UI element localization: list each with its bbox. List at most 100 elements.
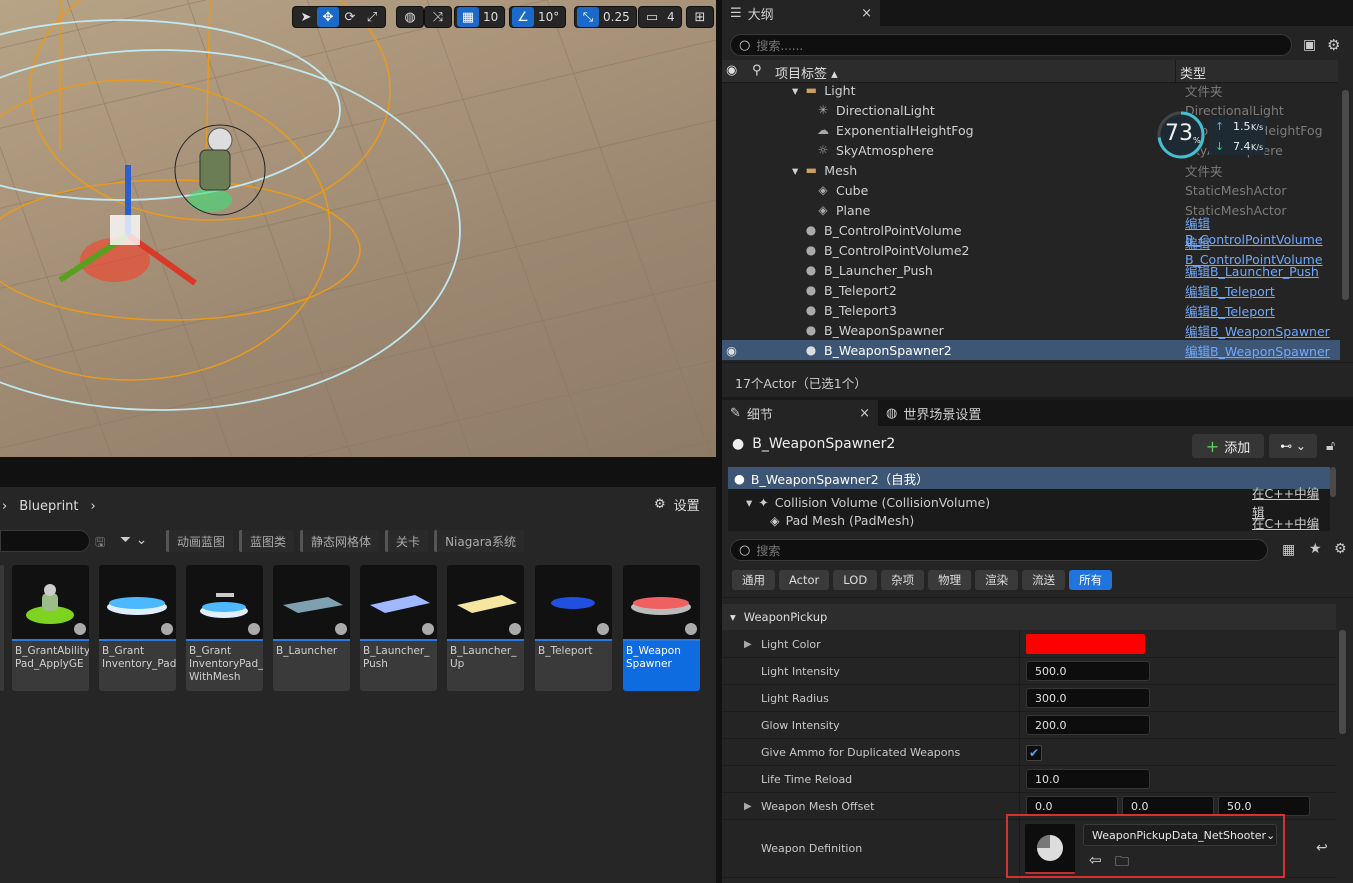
life-time-reload-field[interactable]: 10.0 <box>1026 769 1150 789</box>
outliner-row[interactable]: ● B_ControlPointVolume2 编辑B_ControlPointVo… <box>722 236 1340 267</box>
visibility-eye-icon[interactable]: ◉ <box>726 63 737 78</box>
content-search-input[interactable] <box>0 530 90 552</box>
outliner-row[interactable]: ▾ ▬ Mesh 文件夹 <box>722 160 1340 180</box>
weapon-def-dropdown[interactable]: WeaponPickupData_NetShooter ⌄ <box>1083 824 1277 846</box>
surface-snap-icon[interactable]: ⤨ <box>427 7 449 27</box>
asset-tile[interactable]: B_Grant InventoryPad_ WithMesh <box>186 565 263 691</box>
world-space-icon[interactable]: ◍ <box>399 7 421 27</box>
tab-outliner[interactable]: ☰ 大纲 × <box>722 0 880 26</box>
glow-intensity-field[interactable]: 200.0 <box>1026 715 1150 735</box>
filter-static-mesh[interactable]: 静态网格体 <box>300 530 380 552</box>
component-row-self[interactable]: ● B_WeaponSpawner2（自我） <box>728 467 1330 489</box>
edit-in-cpp-link[interactable]: 在C++中编辑 <box>1252 513 1330 531</box>
category-physics[interactable]: 物理 <box>928 570 972 590</box>
grid-snap-value[interactable]: 10 <box>479 10 502 24</box>
browse-asset-icon[interactable]: 🗀 <box>1115 851 1129 875</box>
filter-blueprint-class[interactable]: 蓝图类 <box>239 530 295 552</box>
tab-world-settings[interactable]: ◍ 世界场景设置 <box>878 400 1018 426</box>
close-icon[interactable]: × <box>861 6 872 21</box>
add-component-button[interactable]: + 添加 <box>1192 434 1264 458</box>
breadcrumb-chevron-icon[interactable]: › <box>2 499 7 514</box>
asset-tile[interactable]: B_Grant Inventory_Pad <box>99 565 176 691</box>
category-streaming[interactable]: 流送 <box>1022 570 1066 590</box>
outliner-row[interactable]: ● B_WeaponSpawner 编辑B_WeaponSpawner <box>722 320 1340 340</box>
offset-y-field[interactable]: 0.0 <box>1122 796 1214 816</box>
breadcrumb-blueprint[interactable]: Blueprint <box>19 499 78 514</box>
category-actor[interactable]: Actor <box>779 570 830 590</box>
details-scrollbar[interactable] <box>1339 630 1346 734</box>
rotation-snap-icon[interactable]: ∠ <box>512 7 534 27</box>
rotate-mode-icon[interactable]: ⟳ <box>339 7 361 27</box>
filter-button[interactable]: ⏷ ⌄ <box>120 532 147 548</box>
light-radius-field[interactable]: 300.0 <box>1026 688 1150 708</box>
gear-icon[interactable]: ⚙ <box>1334 541 1347 557</box>
table-view-icon[interactable]: ▦ <box>1282 542 1295 558</box>
details-search-input[interactable]: ○ 搜索 <box>730 539 1268 561</box>
asset-tile[interactable]: B_GrantAbility Pad_ApplyGE <box>12 565 89 691</box>
expand-icon[interactable]: ▾ <box>792 163 798 178</box>
outliner-row-selected[interactable]: ◉ ● B_WeaponSpawner2 编辑B_WeaponSpawner <box>722 340 1340 360</box>
save-icon[interactable]: 🖫 <box>95 533 105 554</box>
pin-icon[interactable]: ⚲ <box>752 63 762 78</box>
lock-icon[interactable]: 🔓︎ <box>1326 438 1335 454</box>
offset-x-field[interactable]: 0.0 <box>1026 796 1118 816</box>
level-viewport[interactable]: ➤ ✥ ⟳ ⤢ ◍ ⤨ ▦ 10 ∠ 10° ⤡ 0.25 ▭ 4 ⊞ <box>0 0 716 457</box>
filter-niagara[interactable]: Niagara系统 <box>434 530 524 552</box>
outliner-row[interactable]: ◈ Cube StaticMeshActor <box>722 180 1340 200</box>
select-mode-icon[interactable]: ➤ <box>295 7 317 27</box>
component-scrollbar[interactable] <box>1330 467 1336 497</box>
close-icon[interactable]: × <box>859 406 870 421</box>
camera-speed-value[interactable]: 4 <box>663 10 679 24</box>
blueprint-options-button[interactable]: ⊷ ⌄ <box>1269 434 1317 458</box>
row-type-link[interactable]: 编辑B_WeaponSpawner <box>1185 321 1330 340</box>
light-color-swatch[interactable] <box>1026 634 1145 654</box>
translate-mode-icon[interactable]: ✥ <box>317 7 339 27</box>
category-rendering[interactable]: 渲染 <box>975 570 1019 590</box>
asset-tile[interactable]: B_Launcher <box>273 565 350 691</box>
light-intensity-field[interactable]: 500.0 <box>1026 661 1150 681</box>
gear-icon[interactable]: ⚙ <box>1327 36 1340 54</box>
row-type-link[interactable]: 编辑B_Teleport <box>1185 301 1275 320</box>
category-misc[interactable]: 杂项 <box>881 570 925 590</box>
add-folder-icon[interactable]: ▣ <box>1303 37 1316 53</box>
row-type-link[interactable]: 编辑B_WeaponSpawner <box>1185 341 1330 360</box>
component-row[interactable]: ◈ Pad Mesh (PadMesh) 在C++中编辑 <box>728 513 1330 531</box>
outliner-row[interactable]: ▾ ▬ Light 文件夹 <box>722 80 1340 100</box>
scale-snap-icon[interactable]: ⤡ <box>577 7 599 27</box>
breadcrumb-next-icon[interactable]: › <box>91 499 96 514</box>
expand-icon[interactable]: ▾ <box>746 495 752 510</box>
outliner-row[interactable]: ● B_Teleport2 编辑B_Teleport <box>722 280 1340 300</box>
grid-snap-icon[interactable]: ▦ <box>457 7 479 27</box>
row-type-link[interactable]: 编辑B_Teleport <box>1185 281 1275 300</box>
outliner-row[interactable]: ● B_Teleport3 编辑B_Teleport <box>722 300 1340 320</box>
settings-button[interactable]: ⚙ 设置 <box>654 495 700 514</box>
row-type-link[interactable]: 编辑B_Launcher_Push <box>1185 261 1319 280</box>
asset-tile[interactable]: B_Launcher_ Push <box>360 565 437 691</box>
asset-tile[interactable]: B_Launcher_ Up <box>447 565 524 691</box>
reset-to-default-icon[interactable]: ↩ <box>1316 840 1328 856</box>
category-lod[interactable]: LOD <box>833 570 878 590</box>
asset-tile[interactable]: B_Teleport <box>535 565 612 691</box>
category-general[interactable]: 通用 <box>732 570 775 590</box>
scale-snap-value[interactable]: 0.25 <box>599 10 634 24</box>
expand-icon[interactable]: ▶ <box>744 639 752 650</box>
tab-details[interactable]: ✎ 细节 × <box>722 400 878 426</box>
expand-icon[interactable]: ▶ <box>744 801 752 812</box>
outliner-search-input[interactable]: ○ 搜索...... <box>730 34 1292 56</box>
rotation-snap-value[interactable]: 10° <box>534 10 563 24</box>
filter-level[interactable]: 关卡 <box>385 530 429 552</box>
outliner-row[interactable]: ● B_Launcher_Push 编辑B_Launcher_Push <box>722 260 1340 280</box>
use-selected-icon[interactable]: ⇦ <box>1089 851 1102 869</box>
give-ammo-checkbox[interactable]: ✔ <box>1026 745 1042 761</box>
weapon-def-thumbnail[interactable] <box>1025 824 1075 874</box>
category-all[interactable]: 所有 <box>1069 570 1113 590</box>
outliner-scrollbar[interactable] <box>1342 90 1349 300</box>
filter-anim-blueprint[interactable]: 动画蓝图 <box>166 530 234 552</box>
section-header[interactable]: ▾ WeaponPickup <box>722 604 1336 630</box>
expand-icon[interactable]: ▾ <box>792 83 798 98</box>
asset-tile-selected[interactable]: B_Weapon Spawner <box>623 565 700 691</box>
component-row[interactable]: ▾ ✦ Collision Volume (CollisionVolume) 在… <box>728 486 1330 520</box>
star-icon[interactable]: ★ <box>1309 541 1322 557</box>
scale-mode-icon[interactable]: ⤢ <box>361 7 383 27</box>
camera-icon[interactable]: ▭ <box>641 7 663 27</box>
